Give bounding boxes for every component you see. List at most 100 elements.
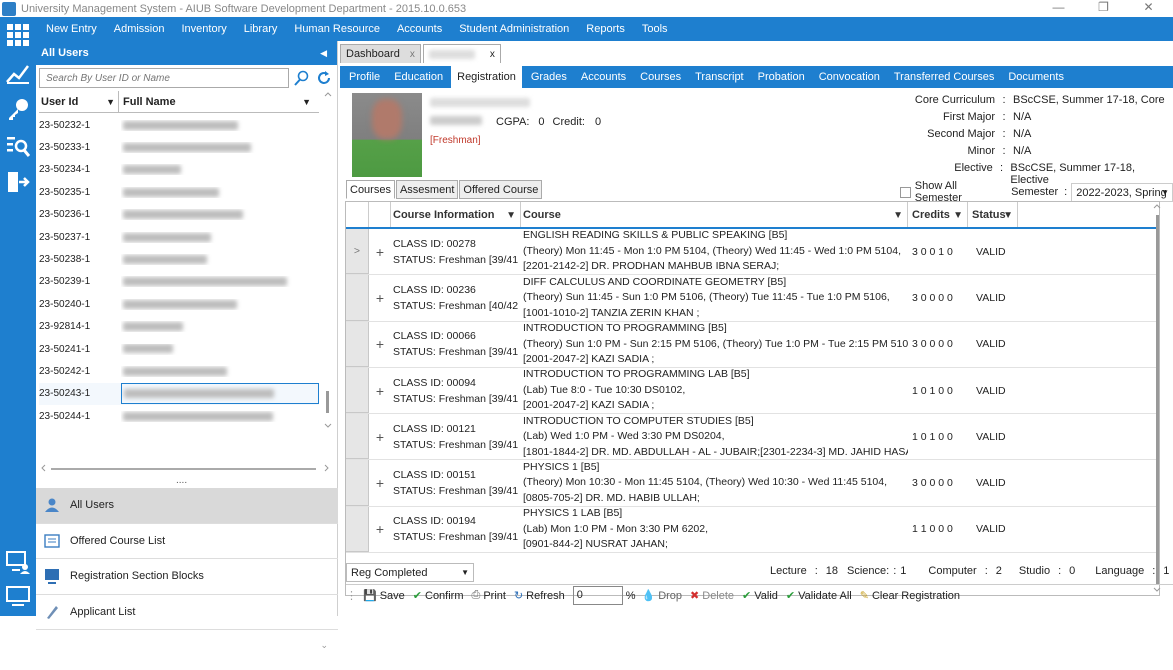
user-row[interactable]: 23-50235-1 [39, 181, 319, 203]
expand-icon[interactable]: + [369, 507, 391, 552]
col-course[interactable]: Course ▼ [521, 202, 908, 227]
drop-button[interactable]: 💧 Drop [641, 589, 682, 603]
confirm-button[interactable]: ✔ Confirm [413, 589, 464, 603]
restore-icon[interactable]: ❐ [1081, 0, 1126, 17]
show-all-semester-checkbox[interactable] [900, 186, 911, 198]
search-list-icon[interactable] [5, 133, 31, 159]
menu-library[interactable]: Library [244, 23, 278, 35]
nav-applicant-list[interactable]: Applicant List [36, 595, 338, 630]
user-row[interactable]: 23-50242-1 [39, 360, 319, 382]
row-selector[interactable] [346, 460, 369, 506]
user-row[interactable]: 23-50244-1 [39, 405, 319, 427]
clear-registration-button[interactable]: ✎ Clear Registration [860, 589, 960, 603]
close-tab-icon[interactable]: x [490, 49, 495, 60]
course-row[interactable]: + CLASS ID: 00236 STATUS: Freshman [40/42… [346, 275, 1159, 322]
desktop-icon[interactable] [5, 583, 31, 609]
expand-icon[interactable]: + [369, 322, 391, 367]
course-row[interactable]: + CLASS ID: 00151 STATUS: Freshman [39/41… [346, 460, 1159, 507]
row-selector[interactable] [346, 275, 369, 321]
key-icon[interactable] [5, 96, 31, 122]
menu-human-resource[interactable]: Human Resource [294, 23, 380, 35]
menu-accounts[interactable]: Accounts [397, 23, 442, 35]
expand-icon[interactable]: + [369, 460, 391, 505]
user-row[interactable]: 23-50237-1 [39, 226, 319, 248]
tab-education[interactable]: Education [394, 66, 443, 88]
expand-icon[interactable]: + [369, 414, 391, 459]
reg-status-select[interactable]: Reg Completed ▼ [346, 562, 474, 582]
row-selector[interactable] [346, 506, 369, 553]
splitter-handle[interactable]: .... [176, 475, 187, 486]
col-course-information[interactable]: Course Information ▼ [391, 202, 521, 227]
user-row[interactable]: 23-50239-1 [39, 271, 319, 293]
course-row[interactable]: + CLASS ID: 00094 STATUS: Freshman [39/41… [346, 367, 1159, 415]
tab-accounts[interactable]: Accounts [581, 66, 626, 88]
menu-tools[interactable]: Tools [642, 23, 668, 35]
filter-icon[interactable]: ▼ [302, 91, 311, 113]
monitor-user-icon[interactable] [5, 549, 31, 575]
user-row[interactable]: 23-50236-1 [39, 204, 319, 226]
semester-select[interactable]: 2022-2023, Spring ▼ [1071, 182, 1173, 202]
col-full-name[interactable]: Full Name ▼ [119, 91, 317, 112]
user-row[interactable]: 23-50234-1 [39, 159, 319, 181]
user-row[interactable]: 23-50243-1 [39, 382, 319, 406]
tab-registration[interactable]: Registration [451, 66, 522, 88]
menu-new-entry[interactable]: New Entry [46, 23, 97, 35]
apps-grid-icon[interactable] [5, 22, 31, 48]
tab-assesment[interactable]: Assesment [395, 180, 459, 199]
tab-dashboard[interactable]: Dashboard x [340, 44, 421, 63]
filter-icon[interactable]: ▼ [953, 202, 963, 229]
minimize-icon[interactable]: — [1036, 0, 1081, 17]
validate-all-button[interactable]: ✔ Validate All [786, 589, 852, 603]
close-window-icon[interactable]: ✕ [1126, 0, 1171, 17]
user-row[interactable]: 23-50233-1 [39, 136, 319, 158]
chart-icon[interactable] [5, 59, 31, 85]
filter-icon[interactable]: ▼ [1003, 202, 1013, 229]
nav-offered-course-list[interactable]: Offered Course List [36, 524, 338, 559]
user-row[interactable]: 23-50238-1 [39, 248, 319, 270]
tab-offered-course[interactable]: Offered Course [459, 180, 543, 199]
chevron-down-icon[interactable]: ⌄ [320, 640, 328, 651]
user-row[interactable]: 23-50241-1 [39, 338, 319, 360]
menu-student-administration[interactable]: Student Administration [459, 23, 569, 35]
tab-transcript[interactable]: Transcript [695, 66, 744, 88]
course-row[interactable]: > + CLASS ID: 00278 STATUS: Freshman [39/4… [346, 229, 1159, 276]
tab-documents[interactable]: Documents [1008, 66, 1064, 88]
percentage-input[interactable]: 0 [572, 586, 623, 605]
valid-button[interactable]: ✔ Valid [742, 589, 778, 603]
delete-button[interactable]: ✖ Delete [690, 589, 734, 603]
filter-icon[interactable]: ▼ [106, 91, 115, 113]
row-selector[interactable] [346, 367, 369, 414]
search-icon[interactable] [291, 68, 313, 88]
user-search-input[interactable] [39, 68, 289, 88]
tab-transferred-courses[interactable]: Transferred Courses [894, 66, 994, 88]
filter-icon[interactable]: ▼ [506, 202, 516, 229]
filter-icon[interactable]: ▼ [893, 202, 903, 229]
tab-student[interactable]: x [422, 44, 501, 63]
expand-icon[interactable]: + [369, 275, 391, 320]
menu-inventory[interactable]: Inventory [182, 23, 227, 35]
row-selector[interactable] [346, 414, 369, 460]
user-row[interactable]: 23-50240-1 [39, 293, 319, 315]
refresh-list-icon[interactable] [313, 68, 335, 88]
nav-all-users[interactable]: All Users [36, 488, 338, 524]
col-user-id[interactable]: User Id ▼ [39, 91, 119, 112]
refresh-button[interactable]: ↻ Refresh [514, 589, 565, 603]
row-selector[interactable]: > [346, 229, 369, 275]
row-selector[interactable] [346, 321, 369, 367]
menu-admission[interactable]: Admission [114, 23, 165, 35]
expand-icon[interactable]: + [369, 368, 391, 413]
tab-grades[interactable]: Grades [531, 66, 567, 88]
save-button[interactable]: 💾 Save [363, 589, 405, 603]
expand-icon[interactable]: + [369, 229, 391, 274]
course-row[interactable]: + CLASS ID: 00194 STATUS: Freshman [39/41… [346, 506, 1159, 554]
tab-courses[interactable]: Courses [640, 66, 681, 88]
tab-profile[interactable]: Profile [349, 66, 380, 88]
menu-reports[interactable]: Reports [586, 23, 625, 35]
course-row[interactable]: + CLASS ID: 00066 STATUS: Freshman [39/41… [346, 321, 1159, 368]
tab-probation[interactable]: Probation [758, 66, 805, 88]
col-status[interactable]: Status ▼ [968, 202, 1018, 227]
course-row[interactable]: + CLASS ID: 00121 STATUS: Freshman [39/41… [346, 414, 1159, 461]
col-credits[interactable]: Credits ▼ [908, 202, 968, 227]
close-tab-icon[interactable]: x [410, 49, 415, 60]
user-row[interactable]: 23-50232-1 [39, 114, 319, 136]
